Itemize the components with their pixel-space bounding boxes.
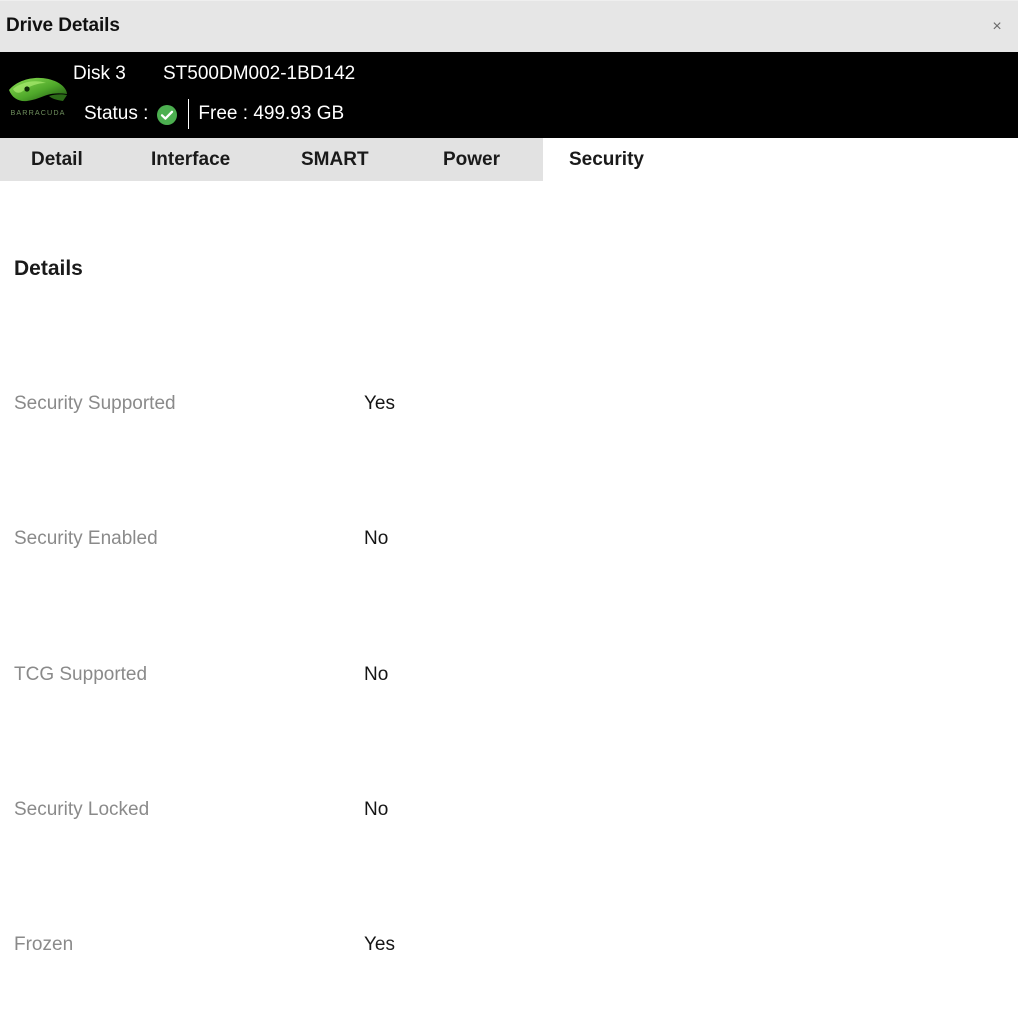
- detail-label: Frozen: [14, 934, 74, 955]
- detail-label: Security Locked: [14, 799, 150, 820]
- table-row: Security Enabled No: [0, 528, 1018, 554]
- disk-number: Disk 3: [73, 63, 126, 84]
- detail-value: No: [364, 799, 389, 820]
- drive-header: BARRACUDA Disk 3 ST500DM002-1BD142 Status…: [0, 52, 1018, 138]
- tab-interface[interactable]: Interface: [151, 138, 230, 181]
- table-row: Security Supported Yes: [0, 393, 1018, 419]
- tab-bar: Detail Interface SMART Power Security: [0, 138, 1018, 181]
- tab-smart[interactable]: SMART: [301, 138, 369, 181]
- tab-security[interactable]: Security: [569, 138, 644, 181]
- status-label: Status :: [84, 103, 149, 124]
- table-row: Security Locked No: [0, 799, 1018, 825]
- drive-identity-line: Disk 3 ST500DM002-1BD142: [73, 63, 355, 91]
- detail-value: Yes: [364, 393, 395, 414]
- table-row: Frozen Yes: [0, 934, 1018, 960]
- detail-label: TCG Supported: [14, 664, 148, 685]
- drive-details-window: Drive Details × BARRACUDA Disk 3 ST500DM…: [0, 0, 1018, 1018]
- security-panel: Details Security Supported Yes Security …: [0, 181, 1018, 1018]
- drive-model: ST500DM002-1BD142: [163, 63, 356, 84]
- window-titlebar: Drive Details ×: [0, 0, 1018, 52]
- barracuda-logo: BARRACUDA: [5, 70, 71, 122]
- check-circle-icon: [156, 104, 178, 126]
- close-icon[interactable]: ×: [986, 16, 1008, 38]
- free-space-label: Free : 499.93 GB: [198, 103, 345, 124]
- svg-text:BARRACUDA: BARRACUDA: [10, 108, 65, 117]
- window-title: Drive Details: [6, 15, 120, 36]
- detail-value: Yes: [364, 934, 395, 955]
- detail-value: No: [364, 528, 389, 549]
- detail-label: Security Enabled: [14, 528, 158, 549]
- tab-power[interactable]: Power: [443, 138, 500, 181]
- section-title: Details: [14, 257, 83, 280]
- drive-status-line: Status : Free : 499.93 GB: [84, 99, 344, 129]
- tab-detail[interactable]: Detail: [31, 138, 83, 181]
- header-divider: [188, 99, 190, 129]
- detail-label: Security Supported: [14, 393, 176, 414]
- detail-value: No: [364, 664, 389, 685]
- table-row: TCG Supported No: [0, 664, 1018, 690]
